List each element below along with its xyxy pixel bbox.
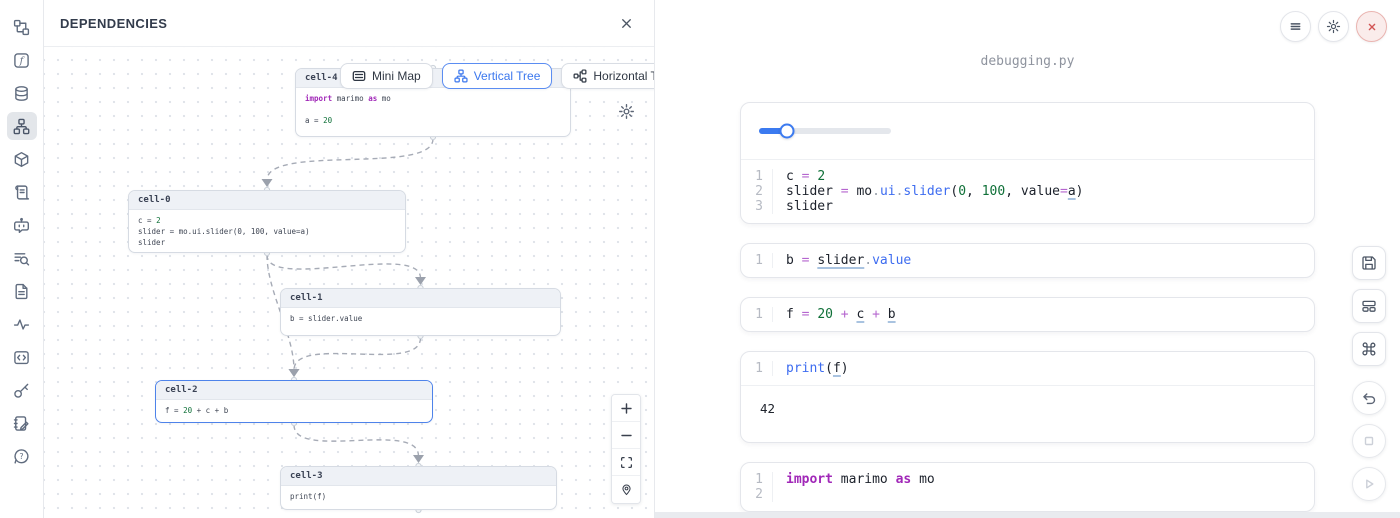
find-icon[interactable]	[7, 244, 37, 272]
notebook-cell-2: 1f = 20 + c + b	[740, 297, 1315, 332]
bottom-edge	[655, 512, 1400, 518]
cell-editor[interactable]: 1import marimo as mo2	[741, 463, 1314, 511]
file-tree-icon[interactable]	[7, 13, 37, 41]
help-icon[interactable]: ?	[7, 442, 37, 470]
cell-editor[interactable]: 1b = slider.value	[741, 244, 1314, 277]
app-window: f	[0, 0, 1400, 518]
dependencies-header: DEPENDENCIES	[44, 0, 654, 47]
vertical-tree-icon	[454, 69, 468, 83]
line-number: 2	[741, 487, 773, 502]
secrets-key-icon[interactable]	[7, 376, 37, 404]
cell-editor[interactable]: 1c = 22slider = mo.ui.slider(0, 100, val…	[741, 160, 1314, 223]
datasources-icon[interactable]	[7, 79, 37, 107]
scratchpad-icon[interactable]	[7, 409, 37, 437]
menu-icon[interactable]	[1280, 11, 1311, 42]
command-palette-icon[interactable]	[1352, 332, 1386, 366]
line-number: 1	[741, 253, 773, 268]
minimap-icon	[352, 69, 366, 83]
cell-editor[interactable]: 1print(f)	[741, 352, 1314, 385]
graph-node-cell-3[interactable]: cell-3print(f)	[280, 466, 557, 510]
notebook-cell-1: 1b = slider.value	[740, 243, 1315, 278]
graph-view-toggle: Mini Map Vertical Tree Horizontal Tree	[340, 63, 655, 89]
graph-node-code: print(f)	[281, 486, 556, 507]
horizontal-tree-icon	[573, 69, 587, 83]
line-number: 1	[741, 361, 773, 376]
graph-node-title: cell-2	[156, 381, 432, 400]
line-number: 1	[741, 169, 773, 184]
icon-sidebar: f	[0, 0, 44, 518]
stop-icon[interactable]	[1352, 424, 1386, 458]
graph-settings-gear-icon[interactable]	[616, 101, 637, 122]
slider-widget[interactable]	[759, 128, 891, 134]
slider-output	[741, 103, 1314, 160]
graph-node-code: import marimo as mo a = 20	[296, 88, 570, 131]
panel-title: DEPENDENCIES	[60, 16, 167, 31]
svg-text:?: ?	[19, 451, 23, 460]
graph-node-code: f = 20 + c + b	[156, 400, 432, 421]
settings-gear-icon[interactable]	[1318, 11, 1349, 42]
notebook-cell-3: 1print(f)42	[740, 351, 1315, 443]
graph-node-code: b = slider.value	[281, 308, 560, 329]
functions-icon[interactable]: f	[7, 46, 37, 74]
dependencies-panel: cell-4import marimo as mo a = 20cell-0c …	[44, 0, 655, 518]
dependencies-icon[interactable]	[7, 112, 37, 140]
notebook-area: debugging.py 1c = 22slider = mo.ui.slide…	[655, 0, 1400, 518]
graph-node-code: c = 2slider = mo.ui.slider(0, 100, value…	[129, 210, 405, 253]
notebook-cell-4: 1import marimo as mo2	[740, 462, 1315, 512]
save-icon[interactable]	[1352, 246, 1386, 280]
line-number: 3	[741, 199, 773, 214]
zoom-out-icon[interactable]	[612, 422, 640, 449]
layout-panels-icon[interactable]	[1352, 289, 1386, 323]
minimap-button[interactable]: Mini Map	[340, 63, 433, 89]
undo-icon[interactable]	[1352, 381, 1386, 415]
horizontal-tree-button[interactable]: Horizontal Tree	[561, 63, 655, 89]
fit-view-icon[interactable]	[612, 449, 640, 476]
snippets-icon[interactable]	[7, 343, 37, 371]
chat-icon[interactable]	[7, 211, 37, 239]
graph-node-title: cell-0	[129, 191, 405, 210]
graph-controls	[611, 394, 641, 504]
notebook-top-actions	[1280, 11, 1387, 42]
documentation-icon[interactable]	[7, 277, 37, 305]
graph-node-cell-1[interactable]: cell-1b = slider.value	[280, 288, 561, 336]
shutdown-close-icon[interactable]	[1356, 11, 1387, 42]
svg-text:f: f	[19, 55, 25, 66]
line-number: 2	[741, 184, 773, 199]
close-panel-icon[interactable]	[617, 14, 636, 33]
graph-node-title: cell-1	[281, 289, 560, 308]
graph-node-title: cell-3	[281, 467, 556, 486]
zoom-in-icon[interactable]	[612, 395, 640, 422]
logs-icon[interactable]	[7, 178, 37, 206]
graph-node-cell-2[interactable]: cell-2f = 20 + c + b	[155, 380, 433, 423]
vertical-tree-button[interactable]: Vertical Tree	[442, 63, 553, 89]
cell-output: 42	[741, 385, 1314, 442]
slider-thumb[interactable]	[779, 124, 794, 139]
line-number: 1	[741, 307, 773, 322]
run-icon[interactable]	[1352, 467, 1386, 501]
notebook-side-actions	[1352, 246, 1386, 501]
notebook-cell-0: 1c = 22slider = mo.ui.slider(0, 100, val…	[740, 102, 1315, 224]
line-number: 1	[741, 472, 773, 487]
pin-icon[interactable]	[612, 476, 640, 503]
graph-node-cell-0[interactable]: cell-0c = 2slider = mo.ui.slider(0, 100,…	[128, 190, 406, 253]
packages-icon[interactable]	[7, 145, 37, 173]
cell-editor[interactable]: 1f = 20 + c + b	[741, 298, 1314, 331]
tracing-icon[interactable]	[7, 310, 37, 338]
